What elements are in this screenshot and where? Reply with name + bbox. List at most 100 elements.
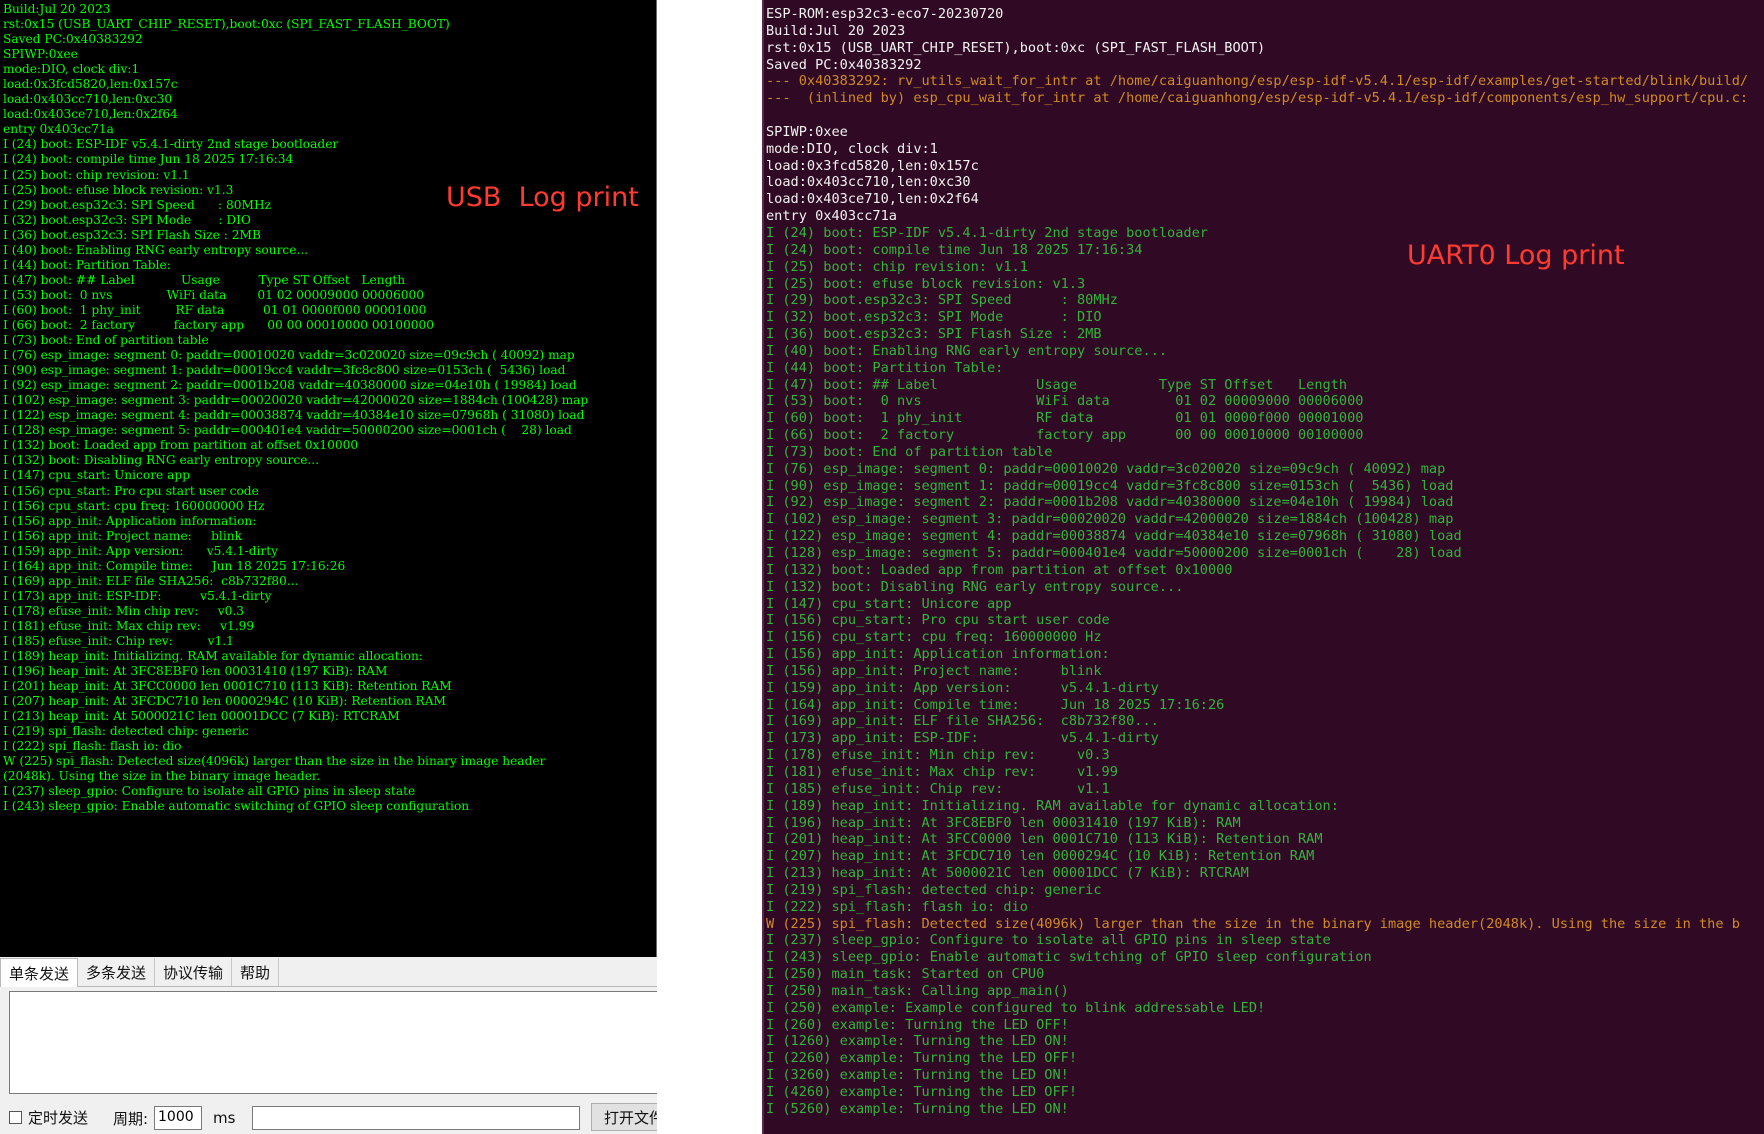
uart-log-line: I (219) spi_flash: detected chip: generi… — [766, 881, 1102, 898]
uart-log-line: I (250) example: Example configured to b… — [766, 999, 1266, 1016]
timed-send-label: 定时发送 — [28, 1109, 89, 1127]
usb-log-line: Saved PC:0x40383292 — [3, 32, 143, 47]
open-file-button[interactable]: 打开文件 — [591, 1103, 657, 1131]
uart-log-line: I (40) boot: Enabling RNG early entropy … — [766, 342, 1168, 359]
uart-log-line: I (213) heap_init: At 5000021C len 00001… — [766, 865, 1249, 882]
uart-log-line: I (5260) example: Turning the LED ON! — [766, 1100, 1069, 1117]
send-options-bar: 定时发送 周期: 1000 ms 打开文件 — [0, 1100, 657, 1134]
uart-log-line: I (76) esp_image: segment 0: paddr=00010… — [766, 460, 1446, 477]
uart-log-line: I (102) esp_image: segment 3: paddr=0002… — [766, 511, 1454, 528]
usb-log-line: I (53) boot: 0 nvs WiFi data 01 02 00009… — [3, 287, 425, 302]
uart-log-line: Build:Jul 20 2023 — [766, 22, 906, 39]
usb-log-line: I (213) heap_init: At 5000021C len 00001… — [3, 709, 400, 724]
usb-log-line: I (66) boot: 2 factory factory app 00 00… — [3, 317, 434, 332]
uart-log-line: I (164) app_init: Compile time: Jun 18 2… — [766, 696, 1225, 713]
usb-log-lines: Build:Jul 20 2023 rst:0x15 (USB_UART_CHIP… — [3, 2, 588, 815]
usb-log-line: I (185) efuse_init: Chip rev: v1.1 — [3, 633, 234, 648]
timed-send-checkbox[interactable] — [9, 1111, 22, 1124]
usb-log-line: I (76) esp_image: segment 0: paddr=00010… — [3, 348, 575, 363]
uart-log-line: I (92) esp_image: segment 2: paddr=0001b… — [766, 494, 1454, 511]
uart-log-lines: ESP-ROM:esp32c3-eco7-20230720 Build:Jul 2… — [766, 6, 1748, 1118]
uart-log-line: I (25) boot: efuse block revision: v1.3 — [766, 275, 1086, 292]
uart-log-line: I (250) main_task: Calling app_main() — [766, 982, 1069, 999]
usb-log-line: I (47) boot: ## Label Usage Type ST Offs… — [3, 272, 406, 287]
usb-log-line: I (90) esp_image: segment 1: paddr=00019… — [3, 363, 566, 378]
period-unit-label: ms — [213, 1109, 236, 1127]
uart-log-line: I (73) boot: End of partition table — [766, 443, 1053, 460]
usb-log-line: I (40) boot: Enabling RNG early entropy … — [3, 242, 309, 257]
file-path-input[interactable] — [252, 1106, 580, 1130]
usb-log-line: load:0x403cc710,len:0xc30 — [3, 92, 173, 107]
uart-terminal-window[interactable]: ESP-ROM:esp32c3-eco7-20230720 Build:Jul 2… — [762, 0, 1764, 1134]
usb-log-line: I (73) boot: End of partition table — [3, 333, 209, 348]
usb-log-receive-area[interactable]: Build:Jul 20 2023 rst:0x15 (USB_UART_CHIP… — [0, 0, 657, 957]
uart-log-line: I (132) boot: Loaded app from partition … — [766, 561, 1233, 578]
usb-log-line: I (243) sleep_gpio: Enable automatic swi… — [3, 799, 470, 814]
uart-log-line: I (201) heap_init: At 3FCC0000 len 0001C… — [766, 831, 1323, 848]
usb-log-line: SPIWP:0xee — [3, 47, 78, 62]
tab-protocol-transfer[interactable]: 协议传输 — [155, 958, 233, 986]
uart-log-line: I (250) main_task: Started on CPU0 — [766, 966, 1045, 983]
uart-log-line: I (156) app_init: Project name: blink — [766, 662, 1102, 679]
send-text-input[interactable] — [9, 991, 657, 1094]
usb-log-line: I (147) cpu_start: Unicore app — [3, 468, 190, 483]
uart-log-line: W (225) spi_flash: Detected size(4096k) … — [766, 915, 1740, 932]
usb-log-line: I (32) boot.esp32c3: SPI Mode : DIO — [3, 212, 251, 227]
uart-log-line: I (173) app_init: ESP-IDF: v5.4.1-dirty — [766, 730, 1159, 747]
uart-log-line: --- 0x40383292: rv_utils_wait_for_intr a… — [766, 73, 1749, 90]
tab-single-send[interactable]: 单条发送 — [0, 958, 79, 987]
uart-log-line: ESP-ROM:esp32c3-eco7-20230720 — [766, 6, 1004, 22]
uart-log-line: I (159) app_init: App version: v5.4.1-di… — [766, 679, 1159, 696]
tab-multi-send[interactable]: 多条发送 — [78, 958, 156, 986]
usb-log-line: (2048k). Using the size in the binary im… — [3, 769, 321, 784]
usb-log-line: I (181) efuse_init: Max chip rev: v1.99 — [3, 618, 255, 633]
uart-log-line: I (207) heap_init: At 3FCDC710 len 00002… — [766, 848, 1315, 865]
usb-log-line: I (92) esp_image: segment 2: paddr=0001b… — [3, 378, 577, 393]
usb-log-line: I (132) boot: Disabling RNG early entrop… — [3, 453, 320, 468]
usb-log-line: I (102) esp_image: segment 3: paddr=0002… — [3, 393, 589, 408]
tab-help[interactable]: 帮助 — [232, 958, 280, 986]
uart-log-line: SPIWP:0xee — [766, 123, 848, 140]
usb-log-line: W (225) spi_flash: Detected size(4096k) … — [3, 754, 546, 769]
uart-log-line: load:0x403cc710,len:0xc30 — [766, 174, 971, 191]
usb-log-line: I (24) boot: compile time Jun 18 2025 17… — [3, 152, 294, 167]
uart-log-line — [766, 107, 1748, 124]
uart-log-line: I (185) efuse_init: Chip rev: v1.1 — [766, 780, 1110, 797]
uart-log-line: I (243) sleep_gpio: Enable automatic swi… — [766, 949, 1372, 966]
uart-log-line: --- (inlined by) esp_cpu_wait_for_intr a… — [766, 90, 1749, 107]
usb-log-line: I (44) boot: Partition Table: — [3, 257, 171, 272]
uart-log-line: I (156) cpu_start: cpu freq: 160000000 H… — [766, 629, 1102, 646]
serial-assistant-window: Build:Jul 20 2023 rst:0x15 (USB_UART_CHIP… — [0, 0, 657, 1134]
usb-log-line: I (173) app_init: ESP-IDF: v5.4.1-dirty — [3, 588, 272, 603]
uart-log-line: I (237) sleep_gpio: Configure to isolate… — [766, 932, 1331, 949]
usb-log-line: I (132) boot: Loaded app from partition … — [3, 438, 359, 453]
uart-log-line: I (147) cpu_start: Unicore app — [766, 595, 1012, 612]
usb-log-line: I (178) efuse_init: Min chip rev: v0.3 — [3, 603, 245, 618]
usb-log-annotation: USB Log print — [446, 182, 639, 213]
uart-log-line: rst:0x15 (USB_UART_CHIP_RESET),boot:0xc … — [766, 39, 1266, 56]
uart-log-line: I (66) boot: 2 factory factory app 00 00… — [766, 427, 1364, 444]
usb-log-line: Build:Jul 20 2023 — [3, 2, 111, 16]
window-gap — [657, 0, 762, 1134]
usb-log-line: I (128) esp_image: segment 5: paddr=0004… — [3, 423, 572, 438]
terminal-border — [762, 0, 764, 1134]
usb-log-line: I (196) heap_init: At 3FC8EBF0 len 00031… — [3, 664, 388, 679]
uart-log-line: I (260) example: Turning the LED OFF! — [766, 1016, 1069, 1033]
usb-log-line: load:0x3fcd5820,len:0x157c — [3, 77, 178, 92]
usb-log-line: entry 0x403cc71a — [3, 122, 114, 137]
uart-log-line: I (169) app_init: ELF file SHA256: c8b73… — [766, 713, 1159, 730]
period-label: 周期: — [113, 1110, 149, 1128]
uart-log-line: I (53) boot: 0 nvs WiFi data 01 02 00009… — [766, 393, 1364, 410]
uart-log-line: I (47) boot: ## Label Usage Type ST Offs… — [766, 376, 1348, 393]
uart-log-line: I (156) cpu_start: Pro cpu start user co… — [766, 612, 1110, 629]
uart-log-line: I (132) boot: Disabling RNG early entrop… — [766, 578, 1184, 595]
usb-log-line: I (156) app_init: Application informatio… — [3, 513, 257, 528]
uart-log-line: I (222) spi_flash: flash io: dio — [766, 898, 1028, 915]
usb-log-line: I (159) app_init: App version: v5.4.1-di… — [3, 543, 279, 558]
period-input[interactable]: 1000 — [154, 1106, 202, 1130]
uart-log-line: I (32) boot.esp32c3: SPI Mode : DIO — [766, 309, 1102, 326]
uart-log-line: I (1260) example: Turning the LED ON! — [766, 1033, 1069, 1050]
uart-log-line: I (29) boot.esp32c3: SPI Speed : 80MHz — [766, 292, 1118, 309]
usb-log-line: I (60) boot: 1 phy_init RF data 01 01 00… — [3, 302, 427, 317]
usb-log-line: rst:0x15 (USB_UART_CHIP_RESET),boot:0xc … — [3, 17, 450, 32]
